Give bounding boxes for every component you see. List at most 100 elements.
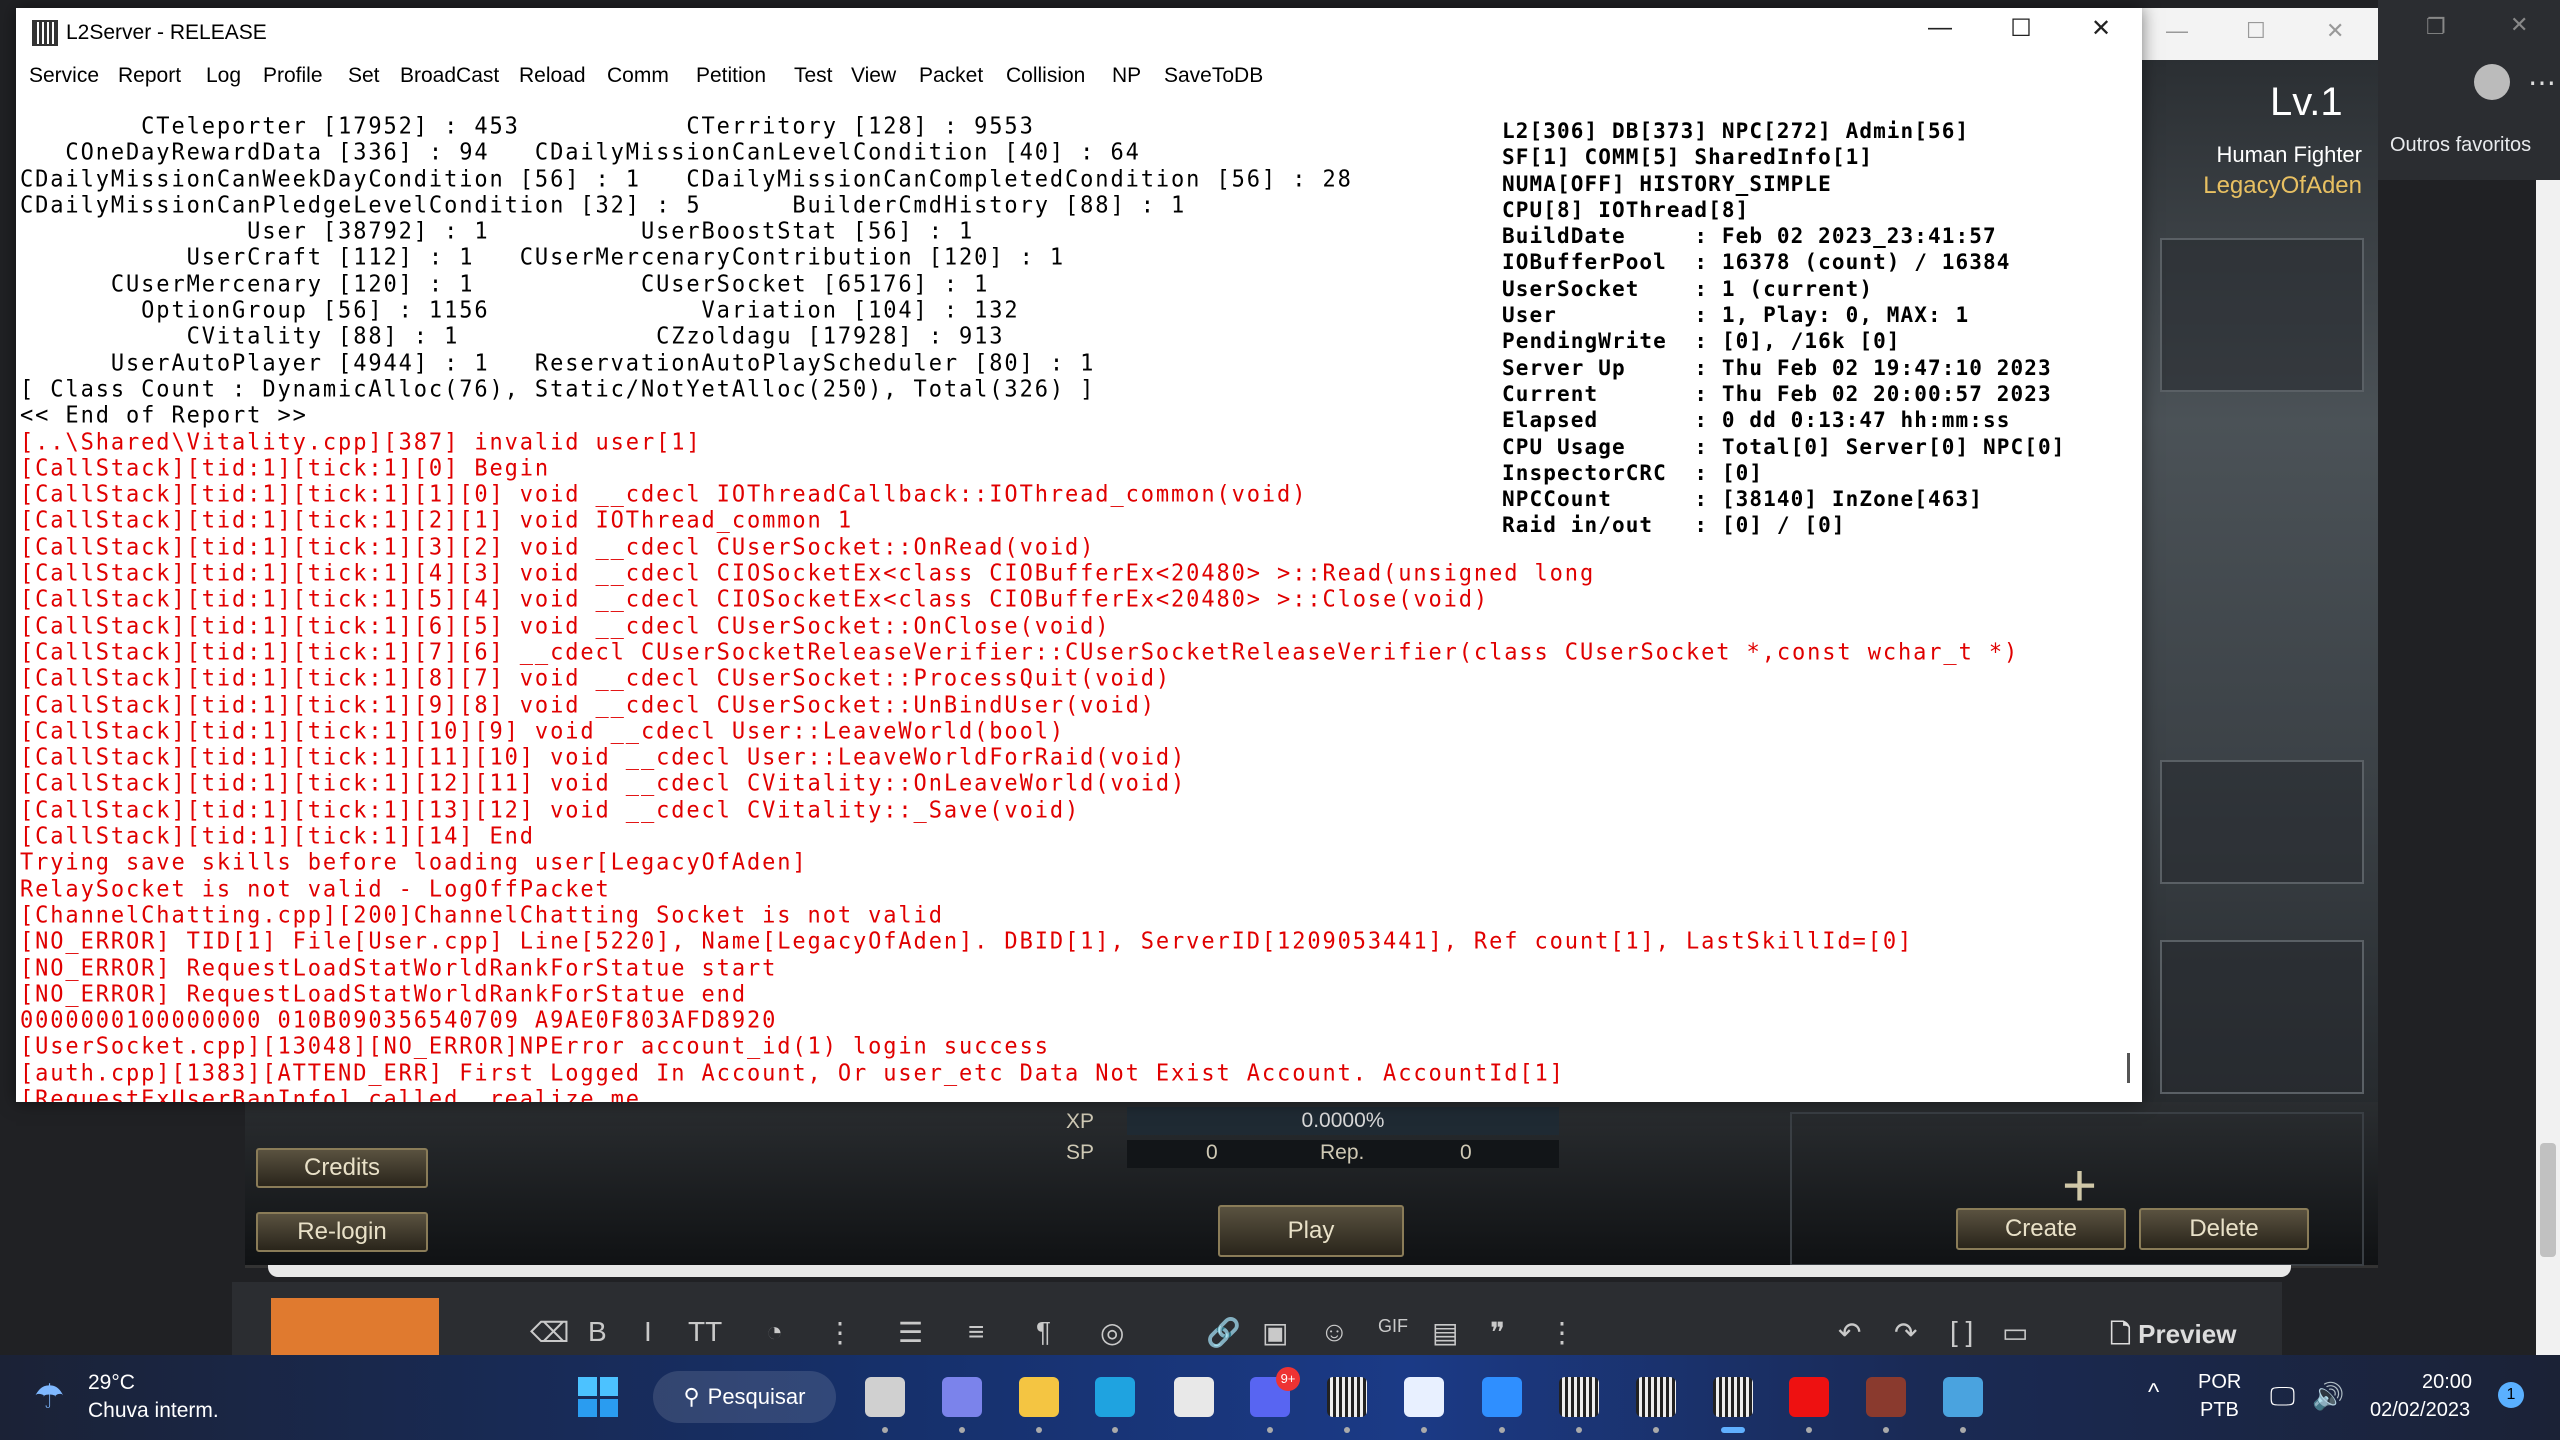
- media-icon[interactable]: ▤: [1432, 1316, 1458, 1349]
- menu-item-service[interactable]: Service: [29, 64, 99, 88]
- console-scrollbar[interactable]: [2127, 1053, 2130, 1083]
- minimize-icon[interactable]: —: [1920, 14, 1960, 42]
- task-view-icon[interactable]: [865, 1377, 905, 1417]
- weather-rain-icon[interactable]: ☂: [34, 1377, 64, 1417]
- palette-icon[interactable]: ◔: [766, 1316, 783, 1348]
- menu-item-reload[interactable]: Reload: [519, 64, 586, 88]
- gif-icon[interactable]: GIF: [1378, 1316, 1408, 1337]
- language-bottom[interactable]: PTB: [2200, 1399, 2239, 1422]
- image-icon[interactable]: ▣: [1262, 1316, 1288, 1349]
- notepad-icon[interactable]: [1404, 1377, 1444, 1417]
- status-line: Elapsed : 0 dd 0:13:47 hh:mm:ss: [1502, 408, 2011, 433]
- relogin-button[interactable]: Re-login: [256, 1212, 428, 1252]
- log-line: [CallStack][tid:1][tick:1][5][4] void __…: [20, 586, 1490, 613]
- red-app-icon[interactable]: [1789, 1377, 1829, 1417]
- tray-chevron-icon[interactable]: ^: [2148, 1379, 2159, 1407]
- volume-icon[interactable]: 🔊: [2312, 1381, 2344, 1412]
- menu-item-collision[interactable]: Collision: [1006, 64, 1085, 88]
- redo-icon[interactable]: ↷: [1894, 1316, 1917, 1349]
- delete-button[interactable]: Delete: [2139, 1208, 2309, 1250]
- italic-icon[interactable]: I: [644, 1316, 652, 1348]
- hide-icon[interactable]: ◎: [1100, 1316, 1124, 1349]
- menu-item-view[interactable]: View: [851, 64, 896, 88]
- undo-icon[interactable]: ↶: [1838, 1316, 1861, 1349]
- clock-time[interactable]: 20:00: [2422, 1371, 2472, 1394]
- game-maximize-icon[interactable]: ☐: [2246, 18, 2266, 44]
- game-minimize-icon[interactable]: —: [2166, 18, 2188, 44]
- bold-icon[interactable]: B: [588, 1316, 607, 1348]
- log-line: [NO_ERROR] RequestLoadStatWorldRankForSt…: [20, 954, 778, 982]
- app-window-icon[interactable]: [1482, 1377, 1522, 1417]
- character-slot[interactable]: [2160, 940, 2364, 1094]
- maximize-icon[interactable]: ☐: [2001, 14, 2041, 43]
- character-class: Human Fighter: [2216, 142, 2362, 167]
- link-icon[interactable]: 🔗: [1206, 1316, 1241, 1349]
- weather-desc[interactable]: Chuva interm.: [88, 1399, 219, 1423]
- credits-button[interactable]: Credits: [256, 1148, 428, 1188]
- align-icon[interactable]: ≡: [968, 1316, 984, 1348]
- weather-temp[interactable]: 29°C: [88, 1371, 135, 1395]
- l2server-icon[interactable]: [1713, 1377, 1753, 1417]
- menu-item-log[interactable]: Log: [206, 64, 241, 88]
- language-top[interactable]: POR: [2198, 1371, 2241, 1394]
- lineage-icon[interactable]: [1866, 1377, 1906, 1417]
- other-bookmarks[interactable]: Outros favoritos: [2390, 134, 2531, 157]
- l2server-icon[interactable]: [1559, 1377, 1599, 1417]
- more-icon[interactable]: ⋮: [826, 1316, 854, 1349]
- file-explorer-icon[interactable]: [1019, 1377, 1059, 1417]
- chrome-icon[interactable]: [1943, 1377, 1983, 1417]
- character-slot[interactable]: [2160, 760, 2364, 884]
- preview-label: Preview: [2138, 1319, 2237, 1349]
- log-line: [CallStack][tid:1][tick:1][8][7] void __…: [20, 665, 1172, 692]
- running-indicator: [1344, 1427, 1350, 1433]
- browser-restore-icon[interactable]: ❐: [2426, 14, 2446, 40]
- menu-item-comm[interactable]: Comm: [607, 64, 669, 88]
- menu-item-broadcast[interactable]: BroadCast: [400, 64, 499, 88]
- character-slot[interactable]: [2160, 238, 2364, 392]
- play-button[interactable]: Play: [1218, 1205, 1404, 1257]
- list-icon[interactable]: ☰: [898, 1316, 923, 1349]
- eraser-icon[interactable]: ⌫: [530, 1316, 570, 1349]
- browser-close-icon[interactable]: ✕: [2510, 12, 2528, 38]
- quote-icon[interactable]: ❞: [1490, 1316, 1505, 1349]
- profile-avatar[interactable]: [2474, 64, 2510, 100]
- paragraph-icon[interactable]: ¶: [1036, 1316, 1051, 1348]
- save-icon[interactable]: ▭: [2002, 1316, 2028, 1349]
- network-icon[interactable]: 🖵: [2270, 1381, 2295, 1413]
- menu-item-savetodb[interactable]: SaveToDB: [1164, 64, 1263, 88]
- edge-icon[interactable]: [1095, 1377, 1135, 1417]
- more-icon[interactable]: ⋮: [1548, 1316, 1576, 1349]
- status-line: PendingWrite : [0], /16k [0]: [1502, 329, 1901, 354]
- browser-scrollbar-thumb[interactable]: [2540, 1143, 2556, 1257]
- store-icon[interactable]: [1174, 1377, 1214, 1417]
- teams-icon[interactable]: [942, 1377, 982, 1417]
- start-windows-icon[interactable]: [578, 1377, 618, 1417]
- menu-item-report[interactable]: Report: [118, 64, 181, 88]
- l2server-icon[interactable]: [1636, 1377, 1676, 1417]
- notification-badge[interactable]: 1: [2498, 1382, 2524, 1408]
- search-button[interactable]: ⚲ Pesquisar: [653, 1371, 836, 1423]
- preview-button[interactable]: 🗋 Preview: [2110, 1316, 2236, 1360]
- menu-item-set[interactable]: Set: [348, 64, 380, 88]
- log-line: [CallStack][tid:1][tick:1][12][11] void …: [20, 770, 1187, 798]
- menu-item-packet[interactable]: Packet: [919, 64, 983, 88]
- log-line: [CallStack][tid:1][tick:1][10][9] void _…: [20, 718, 1066, 745]
- game-close-icon[interactable]: ✕: [2326, 18, 2344, 44]
- status-line: NUMA[OFF] HISTORY_SIMPLE: [1502, 171, 1832, 196]
- brackets-icon[interactable]: [ ]: [1950, 1316, 1973, 1348]
- menu-item-np[interactable]: NP: [1112, 64, 1141, 88]
- menu-item-petition[interactable]: Petition: [696, 64, 766, 88]
- close-icon[interactable]: ✕: [2081, 14, 2121, 43]
- l2server-icon[interactable]: [1327, 1377, 1367, 1417]
- clock-date[interactable]: 02/02/2023: [2370, 1399, 2470, 1422]
- menu-item-profile[interactable]: Profile: [263, 64, 323, 88]
- menu-item-test[interactable]: Test: [794, 64, 833, 88]
- log-line: [CallStack][tid:1][tick:1][11][10] void …: [20, 744, 1187, 771]
- create-button[interactable]: Create: [1956, 1208, 2126, 1250]
- emoji-icon[interactable]: ☺: [1320, 1316, 1349, 1348]
- xp-value: 0.0000%: [1301, 1109, 1385, 1132]
- more-menu-icon[interactable]: ⋯: [2528, 66, 2556, 99]
- text-size-icon[interactable]: TT: [688, 1316, 722, 1348]
- l2server-window: L2Server - RELEASE — ☐ ✕ Service Report Lo…: [16, 8, 2142, 1102]
- rep-label: Rep.: [1320, 1141, 1365, 1164]
